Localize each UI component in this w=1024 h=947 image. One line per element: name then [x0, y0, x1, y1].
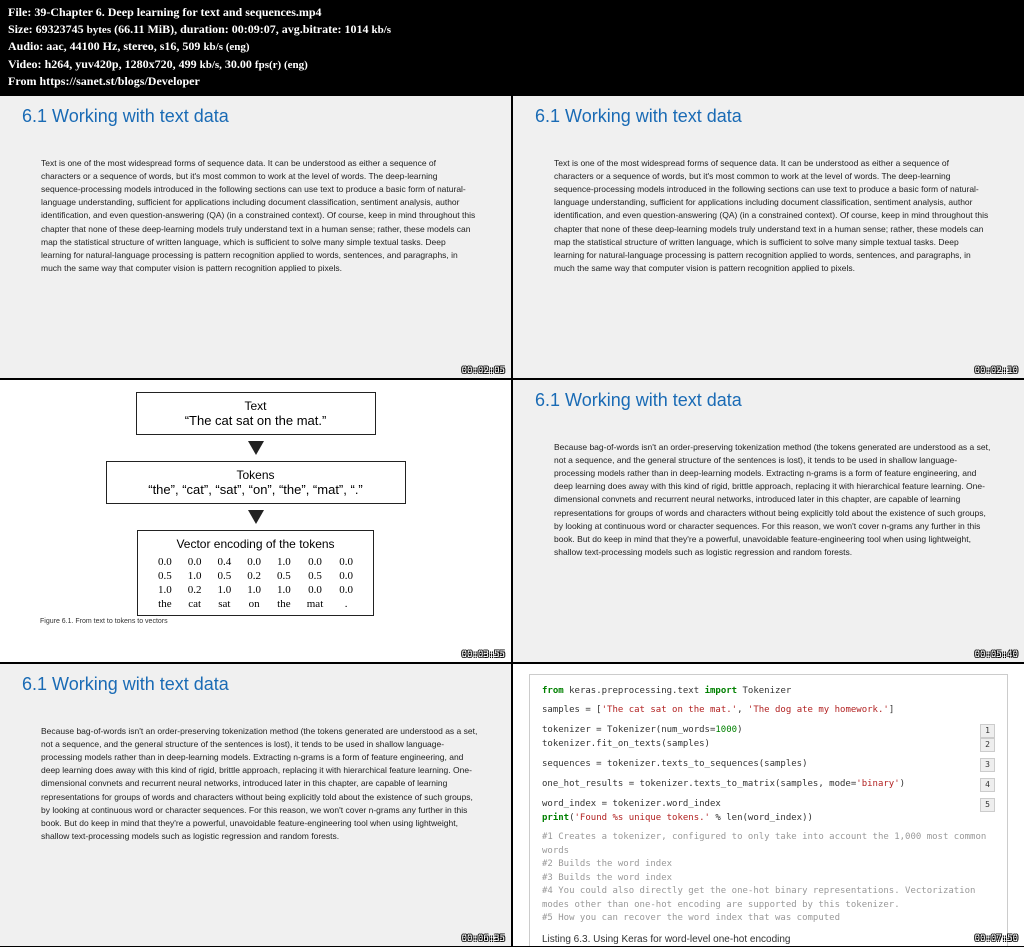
thumbnail-grid: 6.1 Working with text data Text is one o… — [0, 96, 1024, 946]
listing-caption: Listing 6.3. Using Keras for word-level … — [542, 932, 995, 946]
timestamp: 00:07:50 — [975, 934, 1018, 944]
file-name: 39-Chapter 6. Deep learning for text and… — [34, 5, 321, 19]
slide-title: 6.1 Working with text data — [535, 106, 1010, 127]
size-label: Size: — [8, 22, 33, 36]
code-listing: from keras.preprocessing.text import Tok… — [529, 674, 1008, 946]
timestamp: 00:02:05 — [462, 366, 505, 376]
slide-title: 6.1 Working with text data — [22, 106, 497, 127]
arrow-down-icon — [248, 510, 264, 524]
from-label: From — [8, 74, 36, 88]
timestamp: 00:05:40 — [975, 650, 1018, 660]
slide-paragraph: Because bag-of-words isn't an order-pres… — [554, 441, 991, 560]
slide-paragraph: Text is one of the most widespread forms… — [41, 157, 478, 276]
thumb-4: 6.1 Working with text data Because bag-o… — [513, 380, 1024, 662]
arrow-down-icon — [248, 441, 264, 455]
timestamp: 00:03:55 — [462, 650, 505, 660]
thumb-1: 6.1 Working with text data Text is one o… — [0, 96, 511, 378]
thumb-5: 6.1 Working with text data Because bag-o… — [0, 664, 511, 946]
media-info-header: File: 39-Chapter 6. Deep learning for te… — [0, 0, 1024, 96]
slide-paragraph: Because bag-of-words isn't an order-pres… — [41, 725, 478, 844]
slide-paragraph: Text is one of the most widespread forms… — [554, 157, 991, 276]
thumb-2: 6.1 Working with text data Text is one o… — [513, 96, 1024, 378]
tokenization-diagram: Text “The cat sat on the mat.” Tokens “t… — [0, 380, 511, 629]
timestamp: 00:06:35 — [462, 934, 505, 944]
figure-caption: Figure 6.1. From text to tokens to vecto… — [40, 618, 168, 625]
file-label: File: — [8, 5, 31, 19]
video-label: Video: — [8, 57, 42, 71]
slide-title: 6.1 Working with text data — [535, 390, 1010, 411]
vector-matrix: 0.00.00.40.01.00.00.0 0.51.00.50.20.50.5… — [150, 555, 361, 611]
thumb-6: from keras.preprocessing.text import Tok… — [513, 664, 1024, 946]
slide-title: 6.1 Working with text data — [22, 674, 497, 695]
audio-label: Audio: — [8, 39, 43, 53]
thumb-3: Text “The cat sat on the mat.” Tokens “t… — [0, 380, 511, 662]
timestamp: 00:02:10 — [975, 366, 1018, 376]
